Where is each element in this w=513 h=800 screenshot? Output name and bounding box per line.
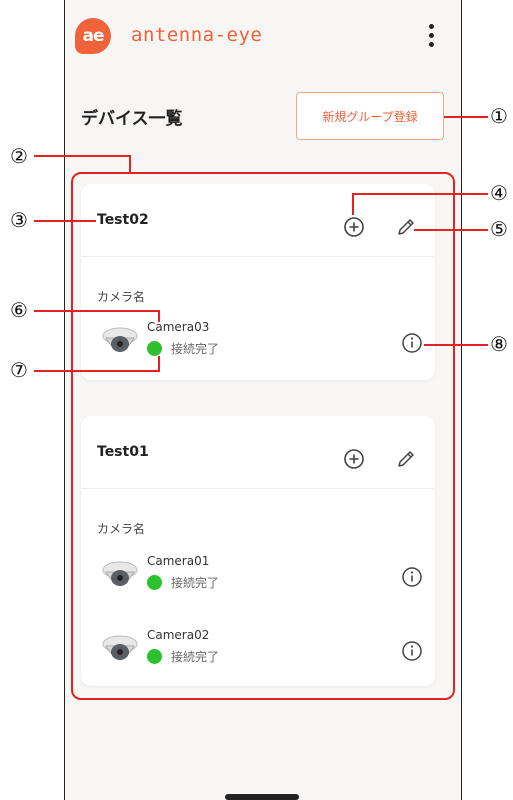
callout-line <box>34 220 96 222</box>
camera-name-label: カメラ名 <box>97 290 146 304</box>
callout-line <box>158 310 160 322</box>
callout-5: ⑤ <box>490 217 508 241</box>
callout-line <box>129 155 131 174</box>
callout-8: ⑧ <box>490 332 508 356</box>
callout-line <box>34 370 160 372</box>
status-text: 接続完了 <box>171 650 220 664</box>
add-camera-icon[interactable] <box>343 216 365 238</box>
camera-name: Camera01 <box>147 554 210 568</box>
callout-3: ③ <box>10 208 28 232</box>
home-indicator <box>225 794 299 800</box>
status-dot-icon <box>147 575 162 590</box>
camera-status: 接続完了 <box>147 648 219 665</box>
callout-line <box>414 229 488 231</box>
phone-screen: ae antenna-eye デバイス一覧 新規グループ登録 Test02 カメ… <box>64 0 462 800</box>
app-bar: ae antenna-eye <box>65 0 461 78</box>
status-text: 接続完了 <box>171 342 220 356</box>
callout-6: ⑥ <box>10 298 28 322</box>
logo-icon: ae <box>75 18 111 54</box>
group-card: Test02 カメラ名 Camera03 接続完了 <box>81 184 435 380</box>
new-group-button[interactable]: 新規グループ登録 <box>296 92 444 140</box>
camera-name-label: カメラ名 <box>97 522 146 536</box>
callout-4: ④ <box>490 181 508 205</box>
dome-camera-icon <box>102 635 138 660</box>
more-vert-icon[interactable] <box>425 24 437 52</box>
dome-camera-icon <box>102 561 138 586</box>
camera-status: 接続完了 <box>147 340 219 357</box>
camera-row[interactable]: Camera02 接続完了 <box>81 628 435 678</box>
callout-line <box>352 193 488 195</box>
edit-group-icon[interactable] <box>395 216 417 238</box>
page-title: デバイス一覧 <box>81 109 183 129</box>
add-camera-icon[interactable] <box>343 448 365 470</box>
status-dot-icon <box>147 341 162 356</box>
status-dot-icon <box>147 649 162 664</box>
callout-line <box>34 310 160 312</box>
info-icon[interactable] <box>401 640 423 662</box>
app-name: antenna-eye <box>131 24 263 46</box>
callout-7: ⑦ <box>10 358 28 382</box>
group-card: Test01 カメラ名 Camera01 接続完了 Camera02 接続完了 <box>81 416 435 686</box>
camera-name: Camera03 <box>147 320 210 334</box>
camera-row[interactable]: Camera03 接続完了 <box>81 320 435 370</box>
camera-row[interactable]: Camera01 接続完了 <box>81 554 435 604</box>
callout-1: ① <box>490 104 508 128</box>
group-header: Test01 <box>81 416 435 489</box>
callout-line <box>352 193 354 215</box>
callout-line <box>444 116 488 118</box>
group-name: Test01 <box>97 444 149 460</box>
edit-group-icon[interactable] <box>395 448 417 470</box>
callout-line <box>158 356 160 372</box>
camera-status: 接続完了 <box>147 574 219 591</box>
group-name: Test02 <box>97 212 149 228</box>
info-icon[interactable] <box>401 332 423 354</box>
callout-line <box>424 344 488 346</box>
callout-2: ② <box>10 144 28 168</box>
camera-name: Camera02 <box>147 628 210 642</box>
dome-camera-icon <box>102 327 138 352</box>
status-text: 接続完了 <box>171 576 220 590</box>
info-icon[interactable] <box>401 566 423 588</box>
callout-line <box>34 155 131 157</box>
